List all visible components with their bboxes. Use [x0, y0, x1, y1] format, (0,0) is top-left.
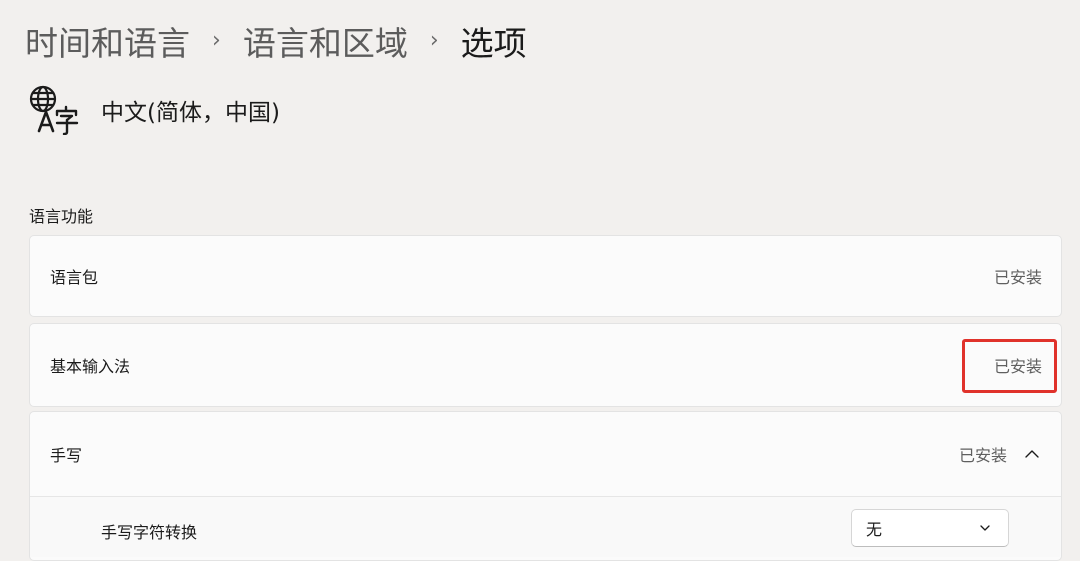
language-translate-icon: [29, 85, 79, 135]
feature-status: 已安装: [993, 268, 1042, 287]
chevron-down-icon: [980, 525, 990, 531]
language-header: 中文(简体，中国): [28, 84, 280, 136]
feature-card-language-pack[interactable]: 语言包 已安装: [29, 235, 1062, 317]
feature-label: 基本输入法: [50, 357, 131, 376]
feature-card-handwriting[interactable]: 手写 已安装 手写字符转换 无: [29, 411, 1062, 561]
breadcrumb: 时间和语言 › 语言和区域 › 选项: [25, 16, 527, 66]
breadcrumb-time-language[interactable]: 时间和语言: [25, 17, 190, 65]
chevron-up-icon[interactable]: [1024, 446, 1040, 462]
breadcrumb-options: 选项: [460, 24, 527, 63]
breadcrumb-language-region[interactable]: 语言和区域: [243, 17, 408, 65]
breadcrumb-separator: ›: [212, 27, 221, 53]
feature-label: 手写: [50, 446, 83, 465]
language-name: 中文(简体，中国): [101, 100, 280, 126]
dropdown-value: 无: [866, 520, 883, 539]
feature-card-basic-input[interactable]: 基本输入法 已安装: [29, 323, 1062, 407]
section-title-language-features: 语言功能: [29, 207, 94, 226]
handwriting-conversion-label: 手写字符转换: [101, 523, 198, 542]
feature-label: 语言包: [50, 268, 99, 287]
handwriting-conversion-dropdown[interactable]: 无: [851, 509, 1009, 547]
breadcrumb-separator: ›: [429, 27, 439, 53]
highlight-box: [962, 339, 1057, 393]
handwriting-header[interactable]: 手写 已安装: [30, 412, 1061, 496]
feature-status: 已安装: [958, 446, 1007, 465]
